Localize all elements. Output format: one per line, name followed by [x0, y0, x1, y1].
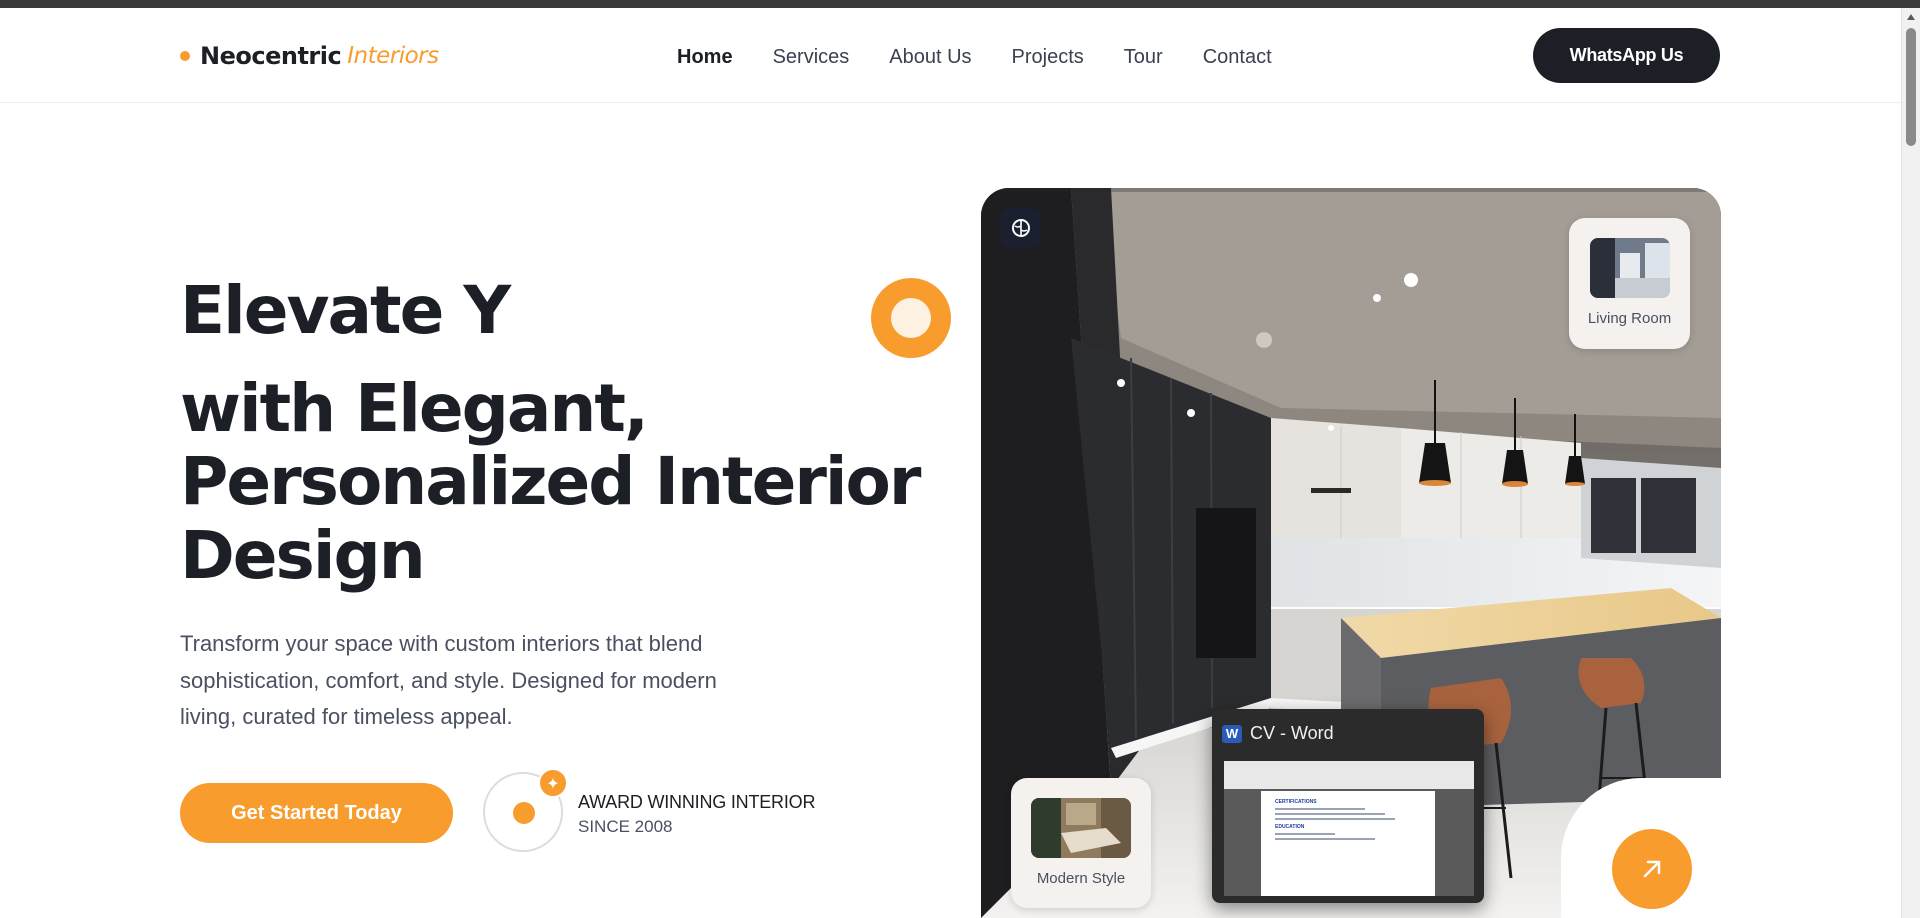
- modern-style-label: Modern Style: [1036, 870, 1126, 887]
- site-header: Neocentric Interiors Home Services About…: [0, 8, 1901, 103]
- modern-style-card[interactable]: Modern Style: [1011, 778, 1151, 908]
- main-nav: Home Services About Us Projects Tour Con…: [677, 46, 1312, 69]
- brand-accent: Interiors: [347, 43, 439, 69]
- hero-description: Transform your space with custom interio…: [180, 631, 717, 729]
- scrollbar-thumb[interactable]: [1906, 28, 1916, 146]
- word-icon: W: [1222, 724, 1242, 743]
- brand-logo[interactable]: Neocentric Interiors: [180, 42, 439, 70]
- scroll-up-arrow-icon[interactable]: [1907, 14, 1915, 20]
- get-started-button[interactable]: Get Started Today: [180, 783, 453, 843]
- whatsapp-button[interactable]: WhatsApp Us: [1533, 28, 1720, 83]
- modern-style-thumbnail: [1031, 798, 1131, 858]
- doc-heading-certifications: CERTIFICATIONS: [1275, 799, 1317, 805]
- logo-dot-icon: [180, 51, 190, 61]
- preview-window-title: CV - Word: [1250, 723, 1334, 743]
- award-title: AWARD WINNING INTERIOR: [578, 792, 816, 812]
- sparkle-icon: ✦: [538, 768, 568, 798]
- preview-title-row: W CV - Word: [1222, 723, 1334, 744]
- hero-title-line-1: Elevate Y: [180, 272, 511, 349]
- nav-item-about-us[interactable]: About Us: [889, 46, 971, 69]
- living-room-card[interactable]: Living Room: [1569, 218, 1690, 349]
- award-dot-icon: [513, 802, 535, 824]
- brand-name: Neocentric: [200, 42, 342, 70]
- word-ribbon: [1224, 761, 1474, 789]
- nav-item-tour[interactable]: Tour: [1124, 46, 1163, 69]
- document-thumbnail: CERTIFICATIONS EDUCATION: [1224, 761, 1474, 896]
- arrow-up-right-icon[interactable]: [1612, 829, 1692, 909]
- nav-item-projects[interactable]: Projects: [1012, 46, 1084, 69]
- window-top-bar: [0, 0, 1920, 8]
- taskbar-window-preview[interactable]: W CV - Word CERTIFICATIONS EDUCATION: [1212, 709, 1484, 903]
- award-badge: ✦: [483, 768, 568, 852]
- nav-item-services[interactable]: Services: [773, 46, 850, 69]
- decorative-ring-icon: [871, 278, 951, 358]
- page-scrollbar[interactable]: [1901, 8, 1920, 918]
- doc-heading-education: EDUCATION: [1275, 824, 1305, 830]
- hero-title-line-4: Design: [180, 517, 426, 594]
- nav-item-home[interactable]: Home: [677, 46, 733, 69]
- nav-item-contact[interactable]: Contact: [1203, 46, 1272, 69]
- award-subtitle: SINCE 2008: [578, 817, 673, 836]
- living-room-thumbnail: [1590, 238, 1670, 298]
- brain-icon[interactable]: [1001, 208, 1041, 248]
- hero-title-line-3: Personalized Interior: [180, 443, 921, 520]
- decorative-ring-inner: [891, 298, 931, 338]
- hero-title-line-2: with Elegant,: [180, 370, 649, 447]
- document-page: CERTIFICATIONS EDUCATION: [1261, 791, 1435, 896]
- living-room-label: Living Room: [1587, 310, 1672, 327]
